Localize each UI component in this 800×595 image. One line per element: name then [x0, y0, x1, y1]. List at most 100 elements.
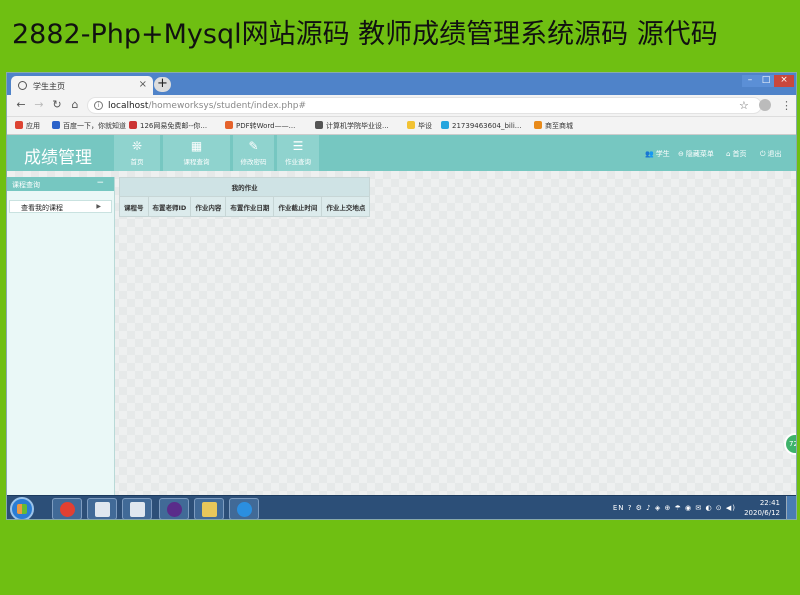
url-input[interactable]: i localhost/homeworksys/student/index.ph… — [87, 97, 762, 114]
url-path: /homeworksys/student/index.php# — [148, 101, 307, 111]
bookmark-label: 21739463604_bili... — [452, 122, 522, 130]
column-header: 课程号 — [119, 196, 149, 217]
clock[interactable]: 22:41 2020/6/12 — [744, 498, 780, 518]
close-window-button[interactable]: × — [774, 75, 794, 87]
forward-arrow-icon[interactable]: → — [33, 99, 45, 111]
taskbar: EN ? ⚙ ♪ ◈ ⊕ ☂ ◉ ✉ ◐ ⊙ ◀) 22:41 2020/6/1… — [7, 495, 796, 519]
bookmark-item[interactable]: 商至商城 — [534, 121, 573, 131]
bookmark-icon — [407, 121, 415, 129]
clock-date: 2020/6/12 — [744, 509, 780, 517]
bookmark-item[interactable]: 126网易免费邮--你... — [129, 121, 207, 131]
address-bar: ← → ↻ ⌂ i localhost/homeworksys/student/… — [7, 95, 796, 117]
tab-bar: 学生主页 × + – □ × — [7, 73, 796, 95]
snowflake-icon: ❊ — [131, 139, 143, 153]
bookmark-item[interactable]: PDF转Word——... — [225, 121, 295, 131]
nav-label: 首页 — [130, 158, 144, 166]
banner-title: 2882-Php+Mysql网站源码 教师成绩管理系统源码 源代码 — [12, 19, 718, 50]
collapse-icon[interactable]: − — [96, 178, 104, 188]
sidebar-header[interactable]: 课程查询 − — [7, 177, 114, 191]
bookmark-label: 126网易免费邮--你... — [140, 122, 208, 130]
tab-title: 学生主页 — [33, 82, 65, 91]
hide-menu-link[interactable]: ⊖ 隐藏菜单 — [678, 149, 714, 159]
menu-dots-icon[interactable]: ⋮ — [781, 99, 792, 112]
home-icon[interactable]: ⌂ — [69, 99, 81, 111]
column-header: 作业内容 — [190, 196, 227, 217]
window-icon — [130, 502, 145, 517]
start-button[interactable] — [10, 497, 34, 519]
clock-time: 22:41 — [759, 499, 780, 507]
promo-banner: 2882-Php+Mysql网站源码 教师成绩管理系统源码 源代码 — [0, 0, 800, 70]
floating-widget-button[interactable]: 72 — [784, 433, 796, 455]
bookmark-label: PDF转Word——... — [236, 122, 296, 130]
bookmark-label: 应用 — [26, 122, 40, 130]
homework-table: 我的作业 课程号 布置老师ID 作业内容 布置作业日期 作业截止时间 作业上交地… — [118, 177, 371, 217]
bookmark-label: 百度一下，你就知道 — [63, 122, 126, 130]
power-icon: ⏻ — [760, 150, 766, 158]
sidebar-item-my-courses[interactable]: 查看我的课程 ▶ — [9, 200, 112, 213]
list-icon: ☰ — [292, 139, 304, 153]
nav-label: 作业查询 — [285, 158, 311, 166]
back-arrow-icon[interactable]: ← — [15, 99, 27, 111]
bookmark-item[interactable]: 21739463604_bili... — [441, 121, 521, 130]
house-icon: ⌂ — [726, 150, 731, 158]
table-header-row: 课程号 布置老师ID 作业内容 布置作业日期 作业截止时间 作业上交地点 — [119, 196, 371, 217]
bookmark-label: 商至商城 — [545, 122, 573, 130]
minus-circle-icon: ⊖ — [678, 150, 684, 158]
show-desktop-button[interactable] — [786, 496, 796, 519]
bookmark-icon — [534, 121, 542, 129]
browser-tab[interactable]: 学生主页 × — [11, 76, 153, 95]
taskbar-app-window-a[interactable] — [87, 498, 117, 519]
maximize-button[interactable]: □ — [758, 75, 774, 87]
sidebar-item-label: 查看我的课程 — [21, 204, 63, 212]
globe-icon — [18, 81, 27, 90]
taskbar-app-window-b[interactable] — [122, 498, 152, 519]
hide-menu-label: 隐藏菜单 — [685, 150, 714, 158]
system-tray[interactable]: EN ? ⚙ ♪ ◈ ⊕ ☂ ◉ ✉ ◐ ⊙ ◀) — [613, 504, 736, 512]
bookmark-icon — [225, 121, 233, 129]
main-content: 课程查询 − 查看我的课程 ▶ 我的作业 课程号 布置老师ID 作业内容 布置作… — [7, 171, 796, 495]
nav-label: 课程查询 — [183, 158, 210, 166]
home-link[interactable]: ⌂ 首页 — [726, 149, 746, 159]
taskbar-app-ie[interactable] — [229, 498, 259, 519]
profile-icon[interactable] — [759, 99, 771, 111]
taskbar-app-chrome[interactable] — [52, 498, 82, 519]
arrow-right-icon: ▶ — [96, 203, 101, 210]
column-header: 作业截止时间 — [273, 196, 323, 217]
media-icon — [167, 502, 182, 517]
nav-label: 修改密码 — [240, 158, 267, 166]
reload-icon[interactable]: ↻ — [51, 99, 63, 111]
sidebar: 课程查询 − 查看我的课程 ▶ — [7, 177, 115, 495]
bookmark-label: 毕设 — [418, 122, 432, 130]
taskbar-app-explorer[interactable] — [194, 498, 224, 519]
sidebar-header-label: 课程查询 — [12, 181, 40, 189]
logout-link[interactable]: ⏻ 退出 — [760, 149, 782, 159]
bookmark-item[interactable]: 应用 — [15, 121, 40, 131]
bookmark-label: 计算机学院毕业设... — [326, 122, 389, 130]
bookmarks-bar: 应用 百度一下，你就知道 126网易免费邮--你... PDF转Word——... 计算… — [7, 117, 796, 135]
star-icon[interactable]: ☆ — [739, 99, 749, 112]
bookmark-item[interactable]: 百度一下，你就知道 — [52, 121, 126, 131]
new-tab-button[interactable]: + — [154, 77, 171, 92]
user-label: 学生 — [655, 150, 670, 158]
user-link[interactable]: 👥 学生 — [645, 149, 670, 159]
close-tab-icon[interactable]: × — [139, 79, 147, 90]
column-header: 作业上交地点 — [321, 196, 371, 217]
bookmark-icon — [129, 121, 137, 129]
chrome-icon — [60, 502, 75, 517]
bookmark-icon — [315, 121, 323, 129]
minimize-button[interactable]: – — [742, 75, 758, 87]
nav-item-homework-query[interactable]: ☰ 作业查询 — [277, 135, 319, 171]
column-header: 布置作业日期 — [225, 196, 275, 217]
logout-label: 退出 — [767, 150, 782, 158]
browser-window: 学生主页 × + – □ × ← → ↻ ⌂ i localhost/homew… — [6, 72, 797, 520]
users-icon: 👥 — [645, 150, 654, 158]
nav-item-course-query[interactable]: ▦ 课程查询 — [163, 135, 230, 171]
nav-item-change-password[interactable]: ✎ 修改密码 — [233, 135, 274, 171]
bookmark-item[interactable]: 计算机学院毕业设... — [315, 121, 389, 131]
taskbar-app-media[interactable] — [159, 498, 189, 519]
home-label: 首页 — [732, 150, 747, 158]
info-icon[interactable]: i — [94, 101, 103, 110]
bookmark-item[interactable]: 毕设 — [407, 121, 432, 131]
nav-item-home[interactable]: ❊ 首页 — [114, 135, 160, 171]
app-logo: 成绩管理 — [24, 148, 92, 168]
